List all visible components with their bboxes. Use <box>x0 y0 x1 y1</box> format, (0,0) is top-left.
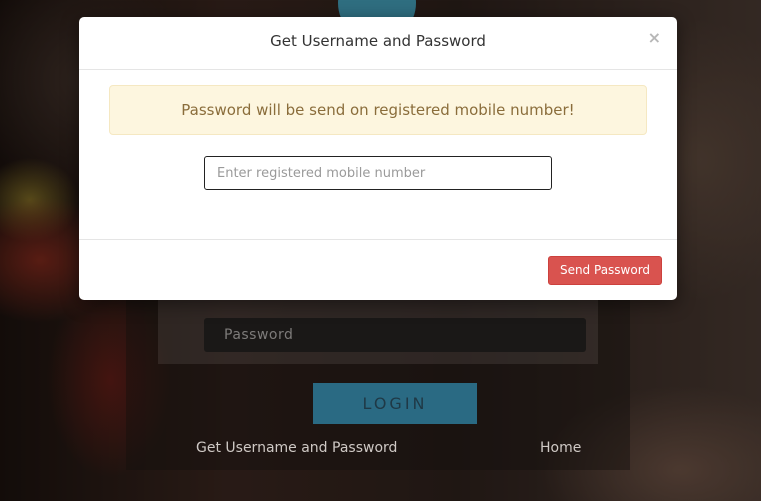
mobile-number-input[interactable] <box>204 156 552 190</box>
get-username-password-link[interactable]: Get Username and Password <box>196 440 397 456</box>
info-alert: Password will be send on registered mobi… <box>109 85 647 135</box>
close-icon[interactable]: × <box>648 30 661 46</box>
modal-footer-divider <box>79 239 677 240</box>
get-credentials-modal: Get Username and Password × Password wil… <box>79 17 677 300</box>
modal-title: Get Username and Password <box>270 32 486 50</box>
login-button[interactable]: LOGIN <box>313 383 477 424</box>
send-password-button[interactable]: Send Password <box>548 256 662 285</box>
password-field[interactable]: Password <box>204 318 586 352</box>
home-link[interactable]: Home <box>540 440 581 456</box>
modal-header: Get Username and Password × <box>79 17 677 70</box>
